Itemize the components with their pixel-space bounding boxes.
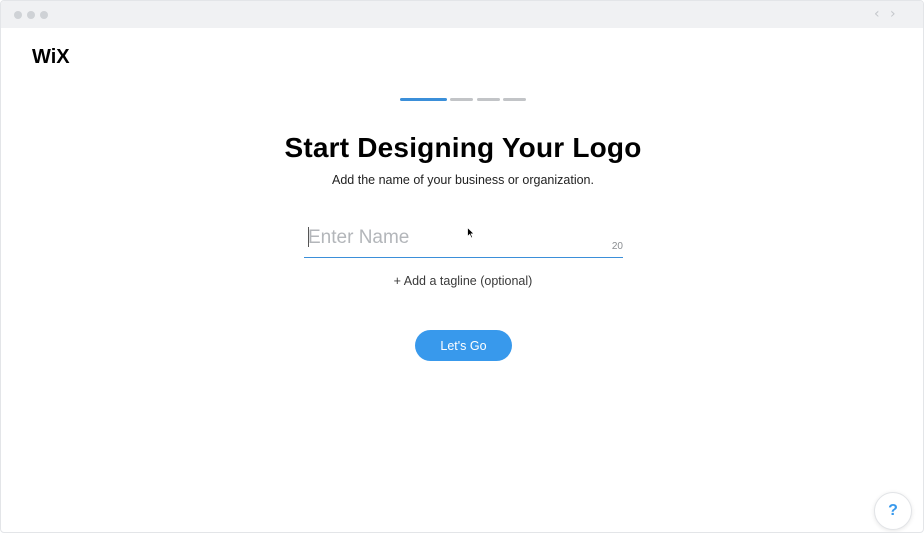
progress-step-1: [400, 98, 447, 101]
window-minimize-dot[interactable]: [27, 11, 35, 19]
page-title: Start Designing Your Logo: [284, 132, 642, 163]
business-name-input[interactable]: [308, 225, 598, 251]
window-titlebar: ‹ ›: [1, 1, 923, 28]
window-maximize-dot[interactable]: [40, 11, 48, 19]
window-close-dot[interactable]: [14, 11, 22, 19]
lets-go-button[interactable]: Let's Go: [415, 330, 512, 361]
progress-step-2: [450, 98, 473, 101]
progress-step-3: [477, 98, 500, 101]
wix-logo: WiX: [32, 46, 70, 67]
browser-window: ‹ › WiX Start Designing Your Logo Add th…: [0, 0, 924, 533]
help-button[interactable]: ?: [874, 492, 912, 530]
tagline-row: + Add a tagline (optional): [1, 273, 923, 289]
add-tagline-link[interactable]: + Add a tagline (optional): [394, 274, 533, 288]
mouse-pointer-icon: [467, 227, 475, 239]
progress-step-4: [503, 98, 526, 101]
back-arrow-icon[interactable]: ‹: [874, 6, 880, 22]
business-name-field[interactable]: 20: [304, 221, 623, 258]
logo-text: WiX: [32, 46, 70, 67]
char-limit-counter: 20: [611, 241, 623, 252]
step-progress-indicator: [400, 98, 530, 102]
page-subtitle: Add the name of your business or organiz…: [332, 173, 594, 187]
forward-arrow-icon[interactable]: ›: [890, 6, 896, 22]
